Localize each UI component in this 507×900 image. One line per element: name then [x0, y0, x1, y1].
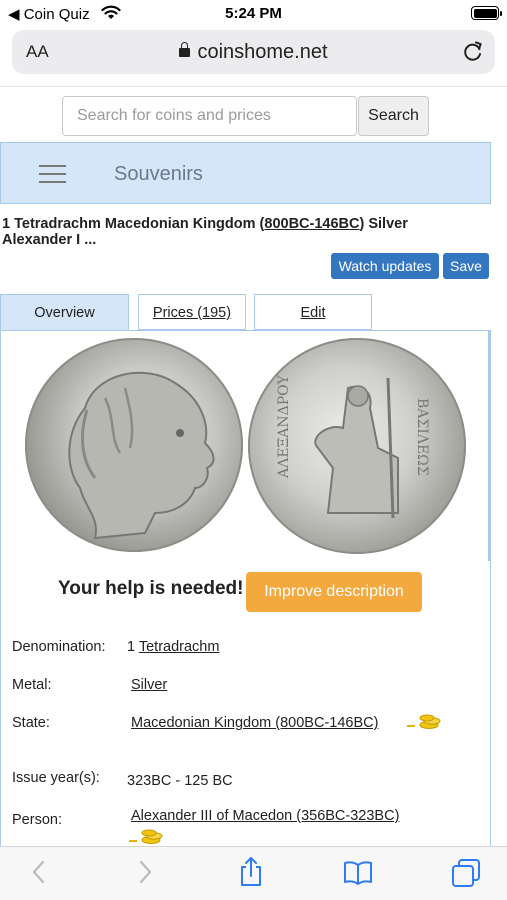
- denomination-label: Denomination:: [12, 639, 106, 655]
- hamburger-icon[interactable]: [39, 165, 66, 183]
- person-link[interactable]: Alexander III of Macedon (356BC-323BC): [131, 808, 399, 824]
- issue-years-value: 323BC - 125 BC: [127, 773, 233, 789]
- metal-link[interactable]: Silver: [131, 677, 167, 693]
- status-bar: ◀ Coin Quiz 5:24 PM: [0, 0, 507, 28]
- coin-reverse-image[interactable]: ΒΑΣΙΛΕΩΣ ΑΛΕΞΑΝΔΡΟΥ: [248, 338, 466, 554]
- battery-icon: [471, 6, 502, 20]
- state-link[interactable]: Macedonian Kingdom (800BC-146BC): [131, 715, 378, 731]
- person-label: Person:: [12, 812, 62, 828]
- domain-text: coinshome.net: [197, 41, 328, 63]
- browser-toolbar: [0, 846, 507, 900]
- address-bar[interactable]: AA coinshome.net: [12, 30, 495, 74]
- lock-icon: [179, 42, 191, 57]
- section-title[interactable]: Souvenirs: [114, 163, 203, 186]
- clock: 5:24 PM: [225, 5, 282, 22]
- watch-updates-button[interactable]: Watch updates: [331, 253, 439, 279]
- reload-icon[interactable]: [461, 40, 485, 64]
- state-label: State:: [12, 715, 50, 731]
- tab-prices-label: Prices (195): [152, 305, 232, 321]
- coin-title: 1 Tetradrachm Macedonian Kingdom (800BC-…: [2, 216, 472, 248]
- tab-edit-label: Edit: [300, 305, 326, 321]
- divider: [0, 86, 507, 87]
- tab-overview[interactable]: Overview: [0, 294, 129, 330]
- denomination-number: 1: [127, 639, 136, 655]
- section-bar: Souvenirs: [0, 142, 491, 204]
- issue-years-label: Issue year(s):: [12, 770, 100, 786]
- coin-period-link[interactable]: 800BC-146BC: [264, 216, 359, 232]
- help-needed-text: Your help is needed!: [58, 578, 244, 599]
- improve-description-button[interactable]: Improve description: [246, 572, 422, 612]
- panel-scrollbar[interactable]: [488, 331, 491, 561]
- tab-prices[interactable]: Prices (195): [138, 294, 246, 330]
- svg-text:ΑΛΕΞΑΝΔΡΟΥ: ΑΛΕΞΑΝΔΡΟΥ: [276, 374, 292, 479]
- search-input[interactable]: [62, 96, 357, 136]
- coin-title-prefix: 1 Tetradrachm Macedonian Kingdom (: [2, 216, 265, 232]
- save-button[interactable]: Save: [443, 253, 489, 279]
- tabs-icon[interactable]: [451, 858, 481, 888]
- search-button[interactable]: Search: [358, 96, 429, 136]
- address-domain[interactable]: coinshome.net: [12, 41, 495, 64]
- coin-obverse-image[interactable]: [25, 338, 243, 552]
- chevron-left-icon[interactable]: [29, 859, 49, 885]
- gold-coins-icon: [129, 829, 163, 844]
- tab-edit[interactable]: Edit: [254, 294, 372, 330]
- book-icon[interactable]: [343, 860, 373, 886]
- metal-label: Metal:: [12, 677, 52, 693]
- chevron-right-icon[interactable]: [135, 859, 155, 885]
- share-icon[interactable]: [238, 856, 264, 888]
- denomination-value: 1 Tetradrachm: [127, 639, 219, 655]
- svg-text:ΒΑΣΙΛΕΩΣ: ΒΑΣΙΛΕΩΣ: [414, 398, 430, 476]
- denomination-link[interactable]: Tetradrachm: [139, 639, 220, 655]
- gold-coins-icon: [407, 714, 441, 729]
